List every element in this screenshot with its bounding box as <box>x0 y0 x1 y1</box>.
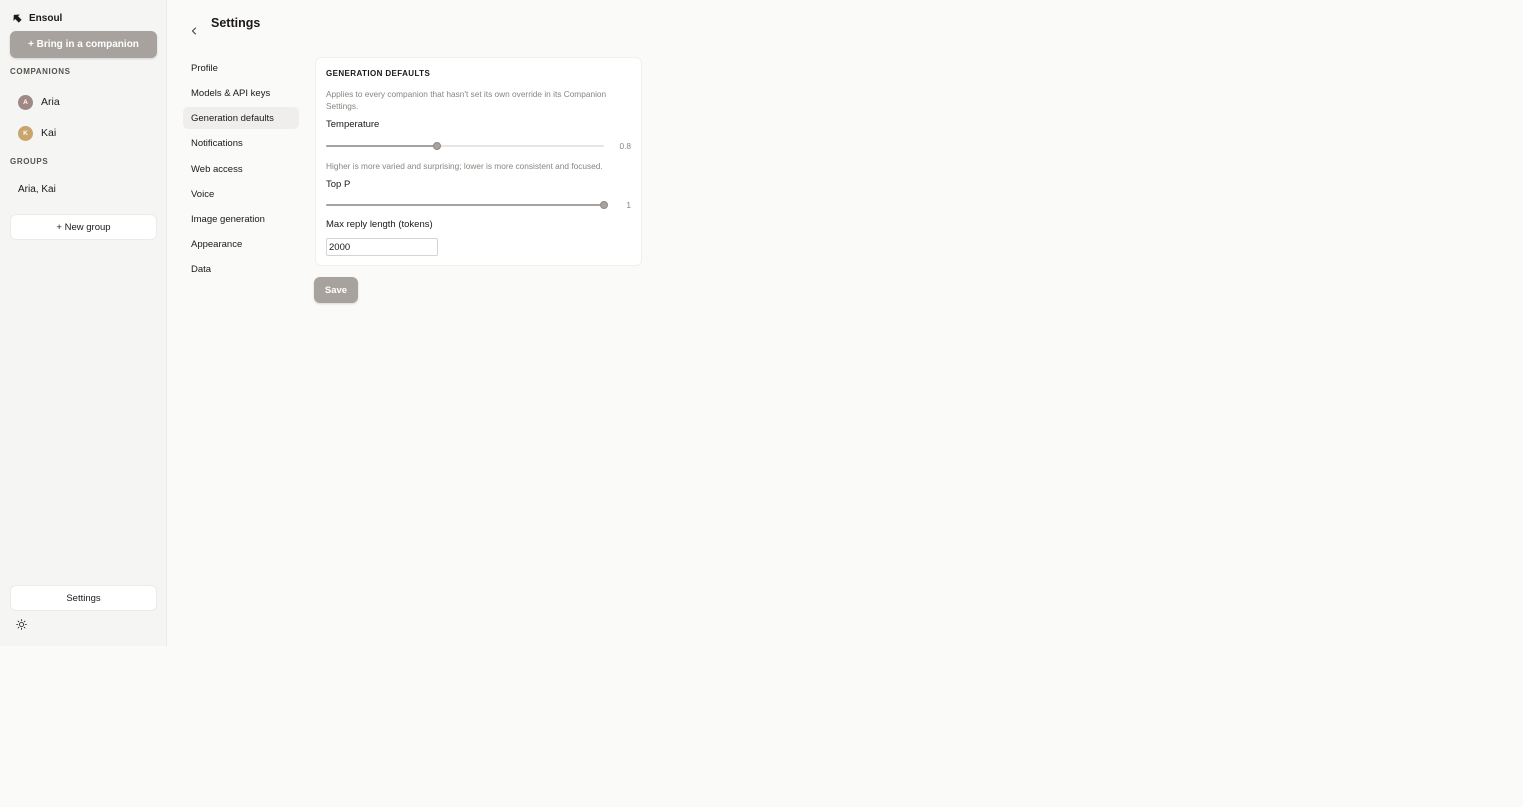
sidebar: Ensoul + Bring in a companion COMPANIONS… <box>0 0 167 646</box>
temperature-hint: Higher is more varied and surprising; lo… <box>326 161 603 171</box>
companion-name: Kai <box>41 127 57 139</box>
slider-fill <box>326 204 604 206</box>
nav-item-profile[interactable]: Profile <box>183 57 299 79</box>
new-group-button[interactable]: + New group <box>10 214 157 240</box>
group-item-aria-kai[interactable]: Aria, Kai <box>18 184 56 195</box>
card-title: GENERATION DEFAULTS <box>326 69 431 78</box>
slider-thumb[interactable] <box>433 142 442 150</box>
companion-name: Aria <box>41 96 60 108</box>
page-title: Settings <box>211 16 261 30</box>
sun-icon <box>15 618 27 630</box>
chevron-left-icon <box>191 27 197 35</box>
groups-section-label: GROUPS <box>10 157 49 166</box>
back-button[interactable] <box>188 24 200 38</box>
brand-link[interactable]: Ensoul <box>11 10 62 26</box>
theme-toggle[interactable] <box>15 618 27 630</box>
max-tokens-input[interactable] <box>326 238 438 256</box>
card-description: Applies to every companion that hasn't s… <box>326 89 607 111</box>
generation-defaults-card: GENERATION DEFAULTS Applies to every com… <box>315 57 642 266</box>
nav-item-appearance[interactable]: Appearance <box>183 233 299 255</box>
temperature-label: Temperature <box>326 119 380 130</box>
bring-companion-button[interactable]: + Bring in a companion <box>10 31 157 58</box>
nav-item-voice[interactable]: Voice <box>183 183 299 205</box>
nav-item-generation-defaults[interactable]: Generation defaults <box>183 107 299 129</box>
avatar: A <box>18 94 33 110</box>
temperature-slider[interactable] <box>326 141 604 151</box>
companion-item-aria[interactable]: A Aria <box>18 93 60 111</box>
max-tokens-label: Max reply length (tokens) <box>326 219 433 230</box>
slider-fill <box>326 145 438 147</box>
nav-item-models-api-keys[interactable]: Models & API keys <box>183 82 299 104</box>
nav-item-web-access[interactable]: Web access <box>183 158 299 180</box>
top-p-slider[interactable] <box>326 200 608 210</box>
top-p-value: 1 <box>626 200 631 210</box>
companion-item-kai[interactable]: K Kai <box>18 124 56 142</box>
avatar: K <box>18 125 33 141</box>
arrow-back-icon <box>13 14 22 23</box>
nav-item-data[interactable]: Data <box>183 258 299 280</box>
brand-name: Ensoul <box>29 12 63 24</box>
save-button[interactable]: Save <box>314 277 358 303</box>
top-p-label: Top P <box>326 179 351 190</box>
companions-section-label: COMPANIONS <box>10 67 71 76</box>
app-root: Ensoul + Bring in a companion COMPANIONS… <box>0 0 1523 807</box>
nav-item-image-generation[interactable]: Image generation <box>183 208 299 230</box>
slider-thumb[interactable] <box>600 201 608 209</box>
temperature-value: 0.8 <box>619 141 631 151</box>
settings-button[interactable]: Settings <box>10 585 157 611</box>
nav-item-notifications[interactable]: Notifications <box>183 132 299 154</box>
